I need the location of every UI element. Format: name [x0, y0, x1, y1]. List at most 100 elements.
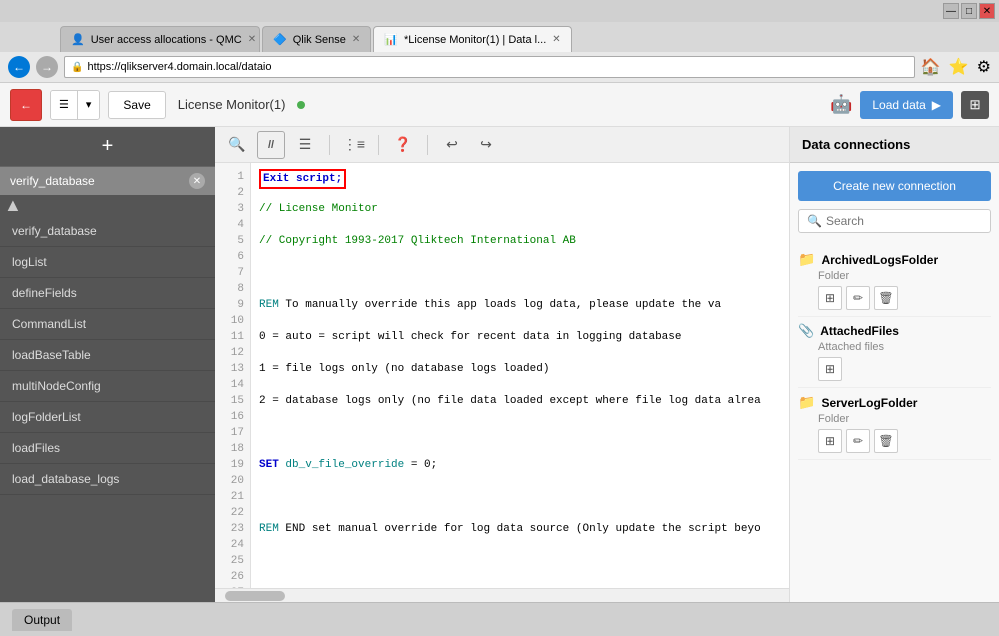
sidebar-item-label: CommandList — [12, 317, 86, 331]
main-content: + verify_database ✕ ▲ verify_database lo… — [0, 127, 999, 602]
layout-icon: ⊞ — [969, 97, 980, 113]
back-app-button[interactable]: ← — [10, 89, 42, 121]
tab-favicon-1: 👤 — [71, 33, 85, 46]
load-data-button[interactable]: Load data ▶ — [860, 91, 953, 119]
connection-item-archived: 📁 ArchivedLogsFolder Folder ⊞ ✏ 🗑 — [798, 245, 991, 317]
align-button[interactable]: ⋮≡ — [340, 131, 368, 159]
app-toolbar: ← ☰ ▾ Save License Monitor(1) 🤖 Load dat… — [0, 83, 999, 127]
address-input[interactable]: 🔒 https://qlikserver4.domain.local/datai… — [64, 56, 915, 78]
tab-label-2: Qlik Sense — [293, 34, 346, 46]
code-editor-area: 🔍 // ☰ ⋮≡ ❓ ↩ ↪ 12345 678910 1112131415 … — [215, 127, 789, 602]
comment-button[interactable]: // — [257, 131, 285, 159]
sidebar-item-label: loadFiles — [12, 441, 60, 455]
panel-header: Data connections — [790, 127, 999, 163]
sidebar-item-verify-database[interactable]: verify_database — [0, 216, 215, 247]
sidebar-item-multinodeconfig[interactable]: multiNodeConfig — [0, 371, 215, 402]
tab-close-3[interactable]: ✕ — [552, 34, 560, 45]
maximize-btn[interactable]: □ — [961, 3, 977, 19]
data-connections-panel: Data connections Create new connection 🔍… — [789, 127, 999, 602]
folder-icon-server: 📁 — [798, 394, 815, 411]
minimize-btn[interactable]: — — [943, 3, 959, 19]
save-button[interactable]: Save — [108, 91, 165, 119]
back-app-icon: ← — [20, 98, 32, 112]
redo-button[interactable]: ↪ — [472, 131, 500, 159]
sidebar-item-label: load_database_logs — [12, 472, 119, 486]
sidebar-item-definefields[interactable]: defineFields — [0, 278, 215, 309]
edit-action-server[interactable]: ✏ — [846, 429, 870, 453]
home-icon[interactable]: 🏠 — [921, 57, 941, 77]
sidebar-tab-close[interactable]: ✕ — [189, 173, 205, 189]
horizontal-scrollbar[interactable] — [215, 588, 789, 602]
connection-header-server[interactable]: 📁 ServerLogFolder — [798, 394, 991, 411]
sidebar-item-logfolderlist[interactable]: logFolderList — [0, 402, 215, 433]
search-icon: 🔍 — [807, 214, 822, 228]
table-action-archived[interactable]: ⊞ — [818, 286, 842, 310]
sidebar-active-tab[interactable]: verify_database ✕ — [0, 167, 215, 195]
connections-list: 📁 ArchivedLogsFolder Folder ⊞ ✏ 🗑 📎 Atta… — [790, 241, 999, 464]
sidebar-item-label: logList — [12, 255, 47, 269]
table-action-server[interactable]: ⊞ — [818, 429, 842, 453]
browser-tab-2[interactable]: 🔷 Qlik Sense ✕ — [262, 26, 371, 52]
delete-action-archived[interactable]: 🗑 — [874, 286, 898, 310]
connection-header-attached[interactable]: 📎 AttachedFiles — [798, 323, 991, 339]
chevron-down-icon: ▾ — [86, 98, 92, 111]
code-toolbar: 🔍 // ☰ ⋮≡ ❓ ↩ ↪ — [215, 127, 789, 163]
layout-toggle-button[interactable]: ⊞ — [961, 91, 989, 119]
search-input[interactable] — [826, 214, 982, 228]
connection-header-archived[interactable]: 📁 ArchivedLogsFolder — [798, 251, 991, 268]
code-content[interactable]: Exit script; // License Monitor // Copyr… — [251, 163, 789, 588]
undo-button[interactable]: ↩ — [438, 131, 466, 159]
connection-actions-server: ⊞ ✏ 🗑 — [798, 429, 991, 453]
panel-title: Data connections — [802, 137, 910, 152]
sidebar-item-loadfiles[interactable]: loadFiles — [0, 433, 215, 464]
connection-actions-attached: ⊞ — [798, 357, 991, 381]
back-button[interactable]: ← — [8, 56, 30, 78]
help-button[interactable]: ❓ — [389, 131, 417, 159]
bookmarks-bar: 🏠 ⭐ ⚙ — [921, 57, 991, 77]
address-text: https://qlikserver4.domain.local/dataio — [87, 61, 271, 73]
scroll-up-btn[interactable]: ▲ — [4, 195, 22, 216]
tab-label-3: *License Monitor(1) | Data l... — [404, 34, 546, 46]
sidebar-item-commandlist[interactable]: CommandList — [0, 309, 215, 340]
sidebar-item-loglist[interactable]: logList — [0, 247, 215, 278]
list-view-button[interactable]: ☰ — [51, 91, 78, 119]
forward-button[interactable]: → — [36, 56, 58, 78]
browser-tab-1[interactable]: 👤 User access allocations - QMC ✕ — [60, 26, 260, 52]
add-section-button[interactable]: + — [0, 127, 215, 167]
close-btn[interactable]: ✕ — [979, 3, 995, 19]
robot-icon: 🤖 — [830, 94, 852, 115]
create-connection-button[interactable]: Create new connection — [798, 171, 991, 201]
connection-name-archived: ArchivedLogsFolder — [821, 253, 938, 267]
folder-icon-archived: 📁 — [798, 251, 815, 268]
scrollbar-thumb[interactable] — [225, 591, 285, 601]
connection-actions-archived: ⊞ ✏ 🗑 — [798, 286, 991, 310]
tab-close-2[interactable]: ✕ — [352, 34, 360, 45]
toolbar-separator-1 — [329, 135, 330, 155]
star-icon[interactable]: ⭐ — [949, 57, 969, 77]
browser-tab-bar: 👤 User access allocations - QMC ✕ 🔷 Qlik… — [0, 22, 999, 52]
browser-tab-3[interactable]: 📊 *License Monitor(1) | Data l... ✕ — [373, 26, 571, 52]
connection-subtitle-server: Folder — [798, 413, 991, 425]
address-bar: ← → 🔒 https://qlikserver4.domain.local/d… — [0, 52, 999, 82]
menu-button[interactable]: ☰ — [291, 131, 319, 159]
search-code-button[interactable]: 🔍 — [223, 131, 251, 159]
output-tab[interactable]: Output — [12, 609, 72, 631]
toolbar-separator-2 — [378, 135, 379, 155]
table-action-attached[interactable]: ⊞ — [818, 357, 842, 381]
settings-icon[interactable]: ⚙ — [977, 57, 991, 77]
tab-label-1: User access allocations - QMC — [91, 34, 242, 46]
edit-action-archived[interactable]: ✏ — [846, 286, 870, 310]
code-editor[interactable]: 12345 678910 1112131415 1617181920 21222… — [215, 163, 789, 588]
sidebar-items-list: verify_database logList defineFields Com… — [0, 216, 215, 602]
tab-close-1[interactable]: ✕ — [248, 34, 256, 45]
sidebar-item-load-db-logs[interactable]: load_database_logs — [0, 464, 215, 495]
paperclip-icon-attached: 📎 — [798, 323, 814, 339]
sidebar-item-label: defineFields — [12, 286, 77, 300]
sidebar-item-loadbasetable[interactable]: loadBaseTable — [0, 340, 215, 371]
delete-action-server[interactable]: 🗑 — [874, 429, 898, 453]
view-toggle-group: ☰ ▾ — [50, 90, 100, 120]
connection-item-attached: 📎 AttachedFiles Attached files ⊞ — [798, 317, 991, 388]
title-bar: — □ ✕ — [0, 0, 999, 22]
tab-favicon-2: 🔷 — [273, 33, 287, 46]
dropdown-toggle-button[interactable]: ▾ — [78, 91, 100, 119]
